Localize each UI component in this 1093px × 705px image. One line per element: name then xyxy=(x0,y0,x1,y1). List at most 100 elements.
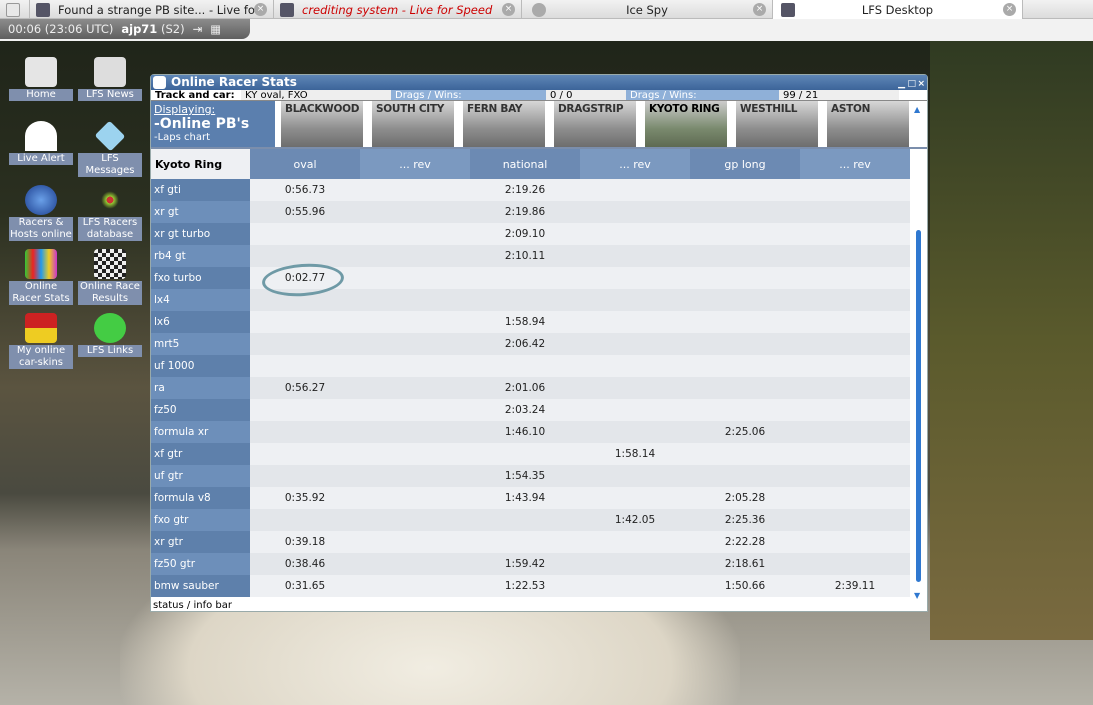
desktop-icon-links[interactable]: LFS Links xyxy=(78,313,142,357)
tab-1[interactable]: crediting system - Live for Speed × xyxy=(274,0,522,19)
lap-time xyxy=(580,377,690,399)
tab-3[interactable]: LFS Desktop × xyxy=(773,0,1023,19)
icon-label: Racers & Hosts online xyxy=(9,217,73,241)
scroll-up-icon[interactable]: ▲ xyxy=(914,105,920,114)
scroll-down-icon[interactable]: ▼ xyxy=(914,591,920,600)
lap-time xyxy=(800,245,910,267)
icon-label: Online Race Results xyxy=(78,281,142,305)
display-submode[interactable]: -Laps chart xyxy=(154,131,272,145)
lap-time: 1:59.42 xyxy=(470,553,580,575)
lap-time: 0:55.96 xyxy=(250,201,360,223)
new-tab-button[interactable] xyxy=(0,0,30,19)
lap-time xyxy=(360,465,470,487)
lap-time xyxy=(470,531,580,553)
logout-icon[interactable]: ⇥ xyxy=(193,22,203,36)
car-name: bmw sauber xyxy=(151,575,250,597)
table-row: uf 1000 xyxy=(151,355,910,377)
track-selector: Displaying: -Online PB's -Laps chart BLA… xyxy=(151,101,927,149)
lap-time xyxy=(470,355,580,377)
lap-time: 2:10.11 xyxy=(470,245,580,267)
lap-time xyxy=(690,201,800,223)
laptimes-table: Kyoto Ring oval ... rev national ... rev… xyxy=(151,149,910,597)
lap-time xyxy=(690,399,800,421)
desktop-icon-race-results[interactable]: Online Race Results xyxy=(78,249,142,305)
lap-time xyxy=(470,267,580,289)
track-dragstrip[interactable]: DRAGSTRIP xyxy=(548,101,639,147)
track-fern-bay[interactable]: FERN BAY xyxy=(457,101,548,147)
close-icon[interactable]: × xyxy=(917,77,925,92)
lap-time xyxy=(690,223,800,245)
lap-time xyxy=(360,245,470,267)
close-icon[interactable]: × xyxy=(1003,3,1016,16)
lap-time: 1:58.94 xyxy=(470,311,580,333)
tab-title: Ice Spy xyxy=(626,2,668,17)
scrollbar[interactable]: ▲ ▼ xyxy=(914,105,924,600)
close-icon[interactable]: × xyxy=(502,3,515,16)
track-kyoto-ring[interactable]: KYOTO RING xyxy=(639,101,730,147)
car-name: uf gtr xyxy=(151,465,250,487)
lap-time xyxy=(580,553,690,575)
lap-time xyxy=(690,179,800,201)
close-icon[interactable]: × xyxy=(753,3,766,16)
table-row: fxo gtr 1:42.05 2:25.36 xyxy=(151,509,910,531)
displaying-link[interactable]: Displaying: xyxy=(154,103,272,117)
table-corner: Kyoto Ring xyxy=(151,149,250,179)
window-title: Online Racer Stats xyxy=(171,75,297,89)
lap-time xyxy=(800,531,910,553)
column-header: gp long xyxy=(690,149,800,179)
track-south-city[interactable]: SOUTH CITY xyxy=(366,101,457,147)
desktop-icon-messages[interactable]: LFS Messages xyxy=(78,120,142,177)
drags-label: Drags / Wins: xyxy=(391,90,546,100)
car-name: xr gtr xyxy=(151,531,250,553)
desktop-icon-racer-stats[interactable]: Online Racer Stats xyxy=(9,249,73,305)
tab-2[interactable]: Ice Spy × xyxy=(522,0,773,19)
lap-time xyxy=(360,355,470,377)
lap-time xyxy=(800,509,910,531)
car-name: mrt5 xyxy=(151,333,250,355)
lfs-favicon xyxy=(36,2,50,17)
lap-time xyxy=(800,179,910,201)
table-row: lx6 1:58.94 xyxy=(151,311,910,333)
lap-time xyxy=(250,421,360,443)
username[interactable]: ajp71 xyxy=(121,22,157,36)
maximize-icon[interactable]: □ xyxy=(907,77,916,92)
lap-time xyxy=(360,377,470,399)
desktop-icon-car-skins[interactable]: My online car-skins xyxy=(9,313,73,369)
desktop-icon-racers-db[interactable]: LFS Racers database xyxy=(78,185,142,241)
table-row: xr gt 0:55.96 2:19.86 xyxy=(151,201,910,223)
globe-icon xyxy=(532,2,546,17)
track-westhill[interactable]: WESTHILL xyxy=(730,101,821,147)
desktop-icon-live-alert[interactable]: Live Alert xyxy=(9,121,73,165)
lap-time xyxy=(580,245,690,267)
table-row: ra 0:56.27 2:01.06 xyxy=(151,377,910,399)
scroll-thumb[interactable] xyxy=(916,230,921,582)
track-aston[interactable]: ASTON xyxy=(821,101,912,147)
lap-time xyxy=(690,333,800,355)
close-icon[interactable]: × xyxy=(254,3,267,16)
icon-label: Live Alert xyxy=(9,153,73,165)
track-name: SOUTH CITY xyxy=(376,103,444,115)
desktop-icon-home[interactable]: Home xyxy=(9,57,73,101)
desktop-icon-news[interactable]: LFS News xyxy=(78,57,142,101)
grid-icon[interactable]: ▦ xyxy=(210,22,221,36)
minimize-icon[interactable]: ▁ xyxy=(898,77,905,92)
lap-time xyxy=(580,311,690,333)
window-title-bar[interactable]: Online Racer Stats ▁ □ × xyxy=(151,75,927,90)
drags-value: 99 / 21 xyxy=(779,90,899,100)
clock: 00:06 (23:06 UTC) xyxy=(8,22,114,36)
tab-title: Found a strange PB site... - Live fo... xyxy=(58,2,266,17)
table-row: uf gtr 1:54.35 xyxy=(151,465,910,487)
display-mode[interactable]: -Online PB's xyxy=(154,117,272,131)
desktop-icon-racers-online[interactable]: Racers & Hosts online xyxy=(9,185,73,241)
tab-0[interactable]: Found a strange PB site... - Live fo... × xyxy=(30,0,274,19)
lap-time xyxy=(800,487,910,509)
table-row: fz50 gtr 0:38.46 1:59.42 2:18.61 xyxy=(151,553,910,575)
lap-time xyxy=(800,267,910,289)
column-header: ... rev xyxy=(360,149,470,179)
lfs-favicon xyxy=(280,2,294,17)
background-photo xyxy=(930,40,1093,640)
track-name: FERN BAY xyxy=(467,103,523,115)
track-blackwood[interactable]: BLACKWOOD xyxy=(275,101,366,147)
lap-time xyxy=(580,267,690,289)
table-row: formula xr 1:46.10 2:25.06 xyxy=(151,421,910,443)
